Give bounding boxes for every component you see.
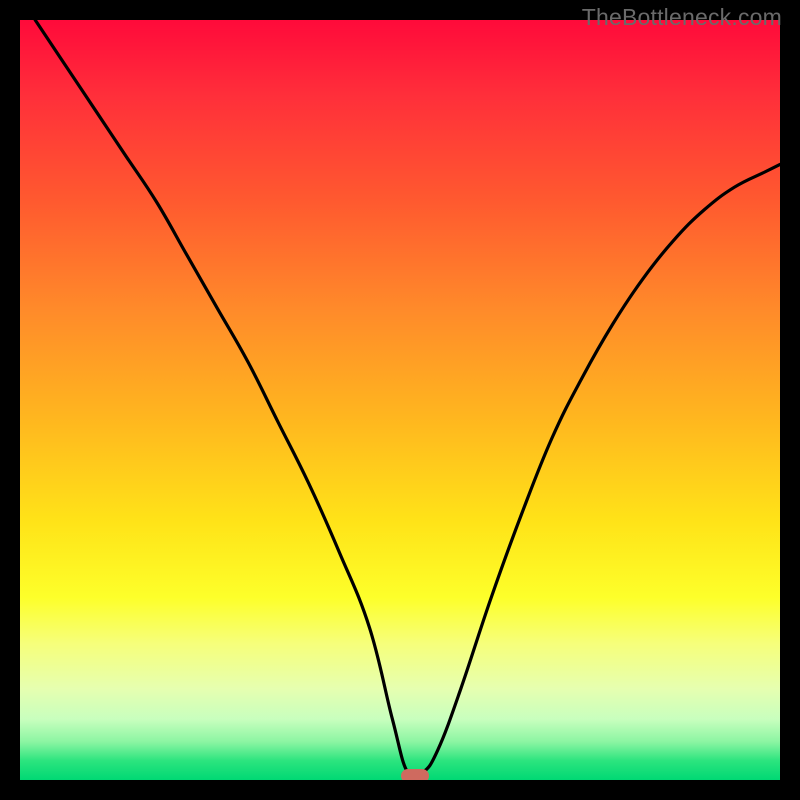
plot-area <box>20 20 780 780</box>
watermark-text: TheBottleneck.com <box>582 4 782 31</box>
optimum-marker-icon <box>401 769 429 780</box>
bottleneck-curve <box>20 20 780 780</box>
chart-frame: TheBottleneck.com <box>0 0 800 800</box>
